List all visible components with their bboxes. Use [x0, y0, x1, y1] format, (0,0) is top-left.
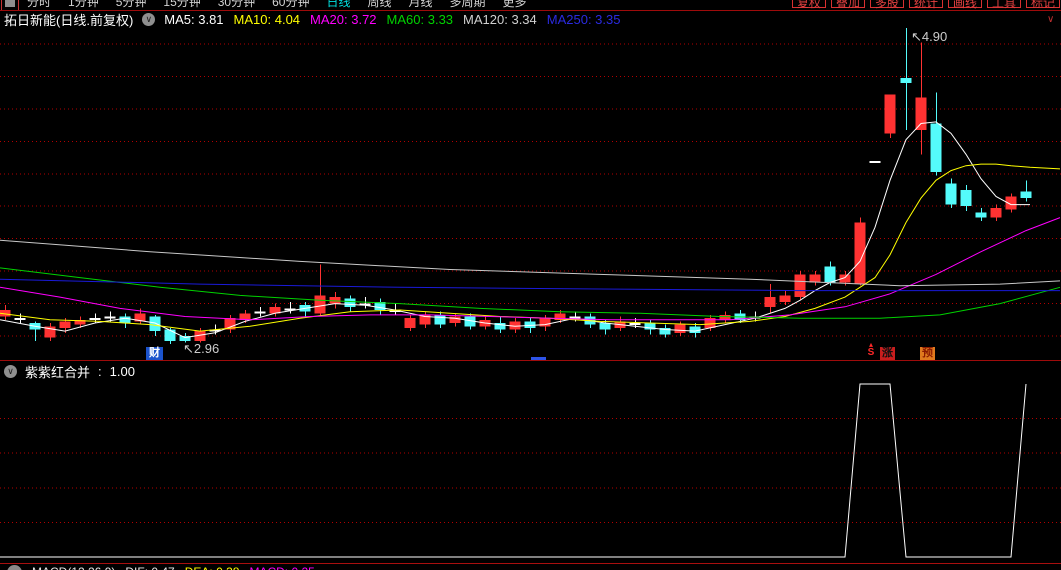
- ma-label-4: MA60: 3.33: [386, 12, 454, 27]
- macd-dif: DIF: 0.47: [125, 565, 174, 570]
- macd-name: MACD(12,26,9): [32, 565, 115, 570]
- macd-strip: MACD(12,26,9) DIF: 0.47 DEA: 0.38 MACD: …: [0, 565, 1061, 570]
- low-price-label: ↖2.96: [183, 341, 220, 356]
- low-arrow-icon: ↖: [183, 341, 194, 356]
- high-price-label: ↖4.90: [911, 29, 948, 44]
- sub-indicator-value: 1.00: [109, 363, 135, 379]
- menu-item-6[interactable]: 60分钟: [272, 0, 309, 10]
- title-bar: 拓日新能(日线.前复权) ∨ MA5: 3.81 MA10: 4.04 MA20: …: [0, 11, 1061, 28]
- macd-dea: DEA: 0.38: [185, 565, 240, 570]
- menu-item-5[interactable]: 30分钟: [218, 0, 255, 10]
- toolbar-button-2[interactable]: 叠加: [830, 0, 865, 10]
- top-menu-bar: 分时 1分钟 5分钟 15分钟 30分钟 60分钟 日线 周线 月线 多周期 更多 复权 叠加 多股 统计…: [0, 0, 1061, 11]
- symbol-title: 拓日新能(日线.前复权): [4, 13, 134, 28]
- ma-label-3: MA20: 3.72: [310, 12, 377, 27]
- chevron-down-icon[interactable]: ∨: [142, 13, 156, 26]
- ma-label-5: MA120: 3.34: [463, 12, 537, 27]
- menu-item-7[interactable]: 日线: [326, 0, 350, 10]
- sub-indicator-header: ∨ 紫紫红合并 : 1.00: [0, 361, 1061, 381]
- ma-label-6: MA250: 3.35: [546, 12, 621, 27]
- sub-indicator-name: 紫紫红合并: [25, 364, 91, 380]
- sub-indicator-chart[interactable]: [0, 381, 1061, 564]
- menu-item-2[interactable]: 1分钟: [68, 0, 99, 10]
- high-arrow-icon: ↖: [911, 29, 922, 44]
- menu-item-10[interactable]: 多周期: [450, 0, 486, 10]
- badge-cai: 财: [146, 347, 163, 360]
- menu-item-3[interactable]: 5分钟: [116, 0, 147, 10]
- main-candlestick-chart[interactable]: ↖4.90 ↖2.96 财 ▴ S 涨 预: [0, 28, 1061, 361]
- sub-indicator-separator: :: [98, 363, 102, 379]
- menu-items: 分时 1分钟 5分钟 15分钟 30分钟 60分钟 日线 周线 月线 多周期 更多: [27, 0, 527, 10]
- signal-s-marker: ▴ S: [864, 341, 878, 358]
- macd-collapse-icon[interactable]: [7, 565, 22, 570]
- menu-item-8[interactable]: 周线: [367, 0, 391, 10]
- toolbar-button-3[interactable]: 多股: [869, 0, 904, 10]
- toolbar-button-1[interactable]: 复权: [791, 0, 826, 10]
- chevron-down-icon[interactable]: ∨: [4, 364, 17, 378]
- menu-item-9[interactable]: 月线: [409, 0, 433, 10]
- toolbar-buttons: 复权 叠加 多股 统计 画线 工具 标记: [791, 0, 1060, 10]
- badge-yu: 预: [920, 347, 935, 360]
- toolbar-button-5[interactable]: 画线: [947, 0, 982, 10]
- toolbar-button-6[interactable]: 工具: [986, 0, 1021, 10]
- sub-indicator-svg: [0, 383, 1061, 558]
- stock-app-window: { "top_menu": { "items": [ {"label": "分时…: [0, 0, 1061, 570]
- signal-s-letter: S: [867, 347, 875, 358]
- panel-splitter-handle[interactable]: [531, 357, 546, 360]
- menu-item-4[interactable]: 15分钟: [163, 0, 200, 10]
- menu-item-11[interactable]: 更多: [503, 0, 527, 10]
- ma-labels: MA5: 3.81 MA10: 4.04 MA20: 3.72 MA60: 3.33 M…: [164, 12, 620, 27]
- menu-item-1[interactable]: 分时: [27, 0, 51, 10]
- expand-chevron-icon[interactable]: ∨: [1047, 15, 1054, 25]
- toolbar-button-4[interactable]: 统计: [908, 0, 943, 10]
- badge-zhang: 涨: [880, 347, 895, 360]
- toolbar-button-7[interactable]: 标记: [1025, 0, 1060, 10]
- candlestick-svg: [0, 28, 1061, 345]
- ma-label-2: MA10: 4.04: [233, 12, 301, 27]
- ma-label-1: MA5: 3.81: [164, 12, 224, 27]
- macd-macd: MACD: 0.25: [249, 565, 314, 570]
